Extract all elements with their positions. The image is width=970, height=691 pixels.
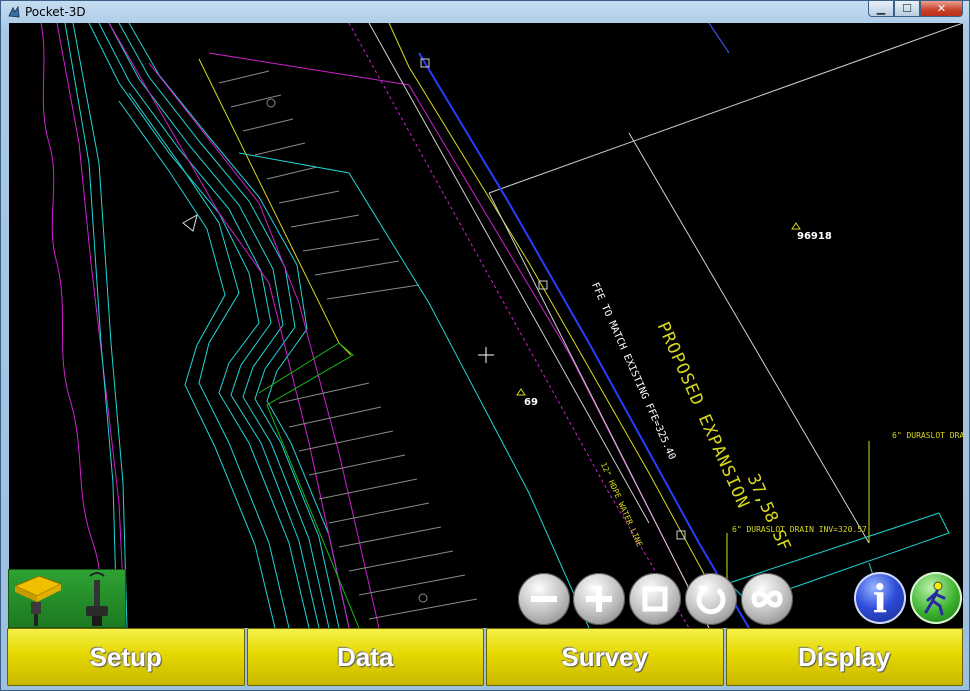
contour-lines — [64, 23, 350, 628]
gps-rover-icon — [13, 575, 63, 626]
cad-drawing — [40, 23, 963, 628]
joystick-button[interactable] — [68, 570, 126, 627]
main-menu-bar: Setup Data Survey Display — [7, 628, 963, 686]
title-bar[interactable]: Pocket-3D ▁ ☐ ✕ — [1, 1, 969, 23]
drain-label: 6" DURASLOT DRAIN INV=320.57 — [732, 525, 867, 534]
parking-hatch — [218, 70, 478, 620]
curb-yellow-2 — [388, 23, 710, 584]
zoom-in-button[interactable] — [573, 573, 625, 625]
point-marker-2 — [516, 388, 526, 396]
gps-rover-button[interactable] — [9, 570, 67, 627]
point-label: 69 — [524, 397, 538, 408]
display-button[interactable]: Display — [725, 628, 963, 686]
minimize-button[interactable]: ▁ — [868, 1, 894, 17]
zoom-out-button[interactable] — [518, 573, 570, 625]
minus-icon — [531, 596, 557, 602]
close-button[interactable]: ✕ — [920, 1, 963, 17]
road-magenta-1 — [108, 23, 350, 628]
boundary-wave-line — [40, 23, 110, 628]
joystick-icon — [86, 572, 108, 626]
road-magenta-2 — [148, 62, 380, 628]
instrument-panel — [8, 569, 126, 628]
maximize-button[interactable]: ☐ — [894, 1, 920, 17]
survey-button[interactable]: Survey — [486, 628, 724, 686]
zoom-all-button[interactable] — [741, 573, 793, 625]
square-icon — [642, 586, 668, 612]
walk-mode-button[interactable] — [910, 572, 962, 624]
drain-label: 6" DURASLOT DRAIN INV — [892, 431, 963, 440]
zoom-extents-button[interactable] — [629, 573, 681, 625]
blue-edge-2 — [708, 23, 730, 54]
window-title: Pocket-3D — [25, 5, 86, 19]
maximize-icon: ☐ — [902, 2, 912, 15]
water-main-blue — [418, 52, 750, 628]
refresh-button[interactable] — [685, 573, 737, 625]
survey-marker-triangle — [182, 213, 198, 232]
data-button[interactable]: Data — [246, 628, 484, 686]
plus-icon — [586, 586, 612, 612]
info-button[interactable]: i — [854, 572, 906, 624]
setup-button[interactable]: Setup — [7, 628, 245, 686]
crosshair-cursor — [478, 347, 494, 363]
app-window: Pocket-3D ▁ ☐ ✕ 96918 69 PROPOSED EXPANS… — [0, 0, 970, 691]
map-canvas[interactable]: 96918 69 PROPOSED EXPANSION 37,58 SF FFE… — [9, 23, 963, 628]
rotate-icon — [696, 586, 726, 615]
minimize-icon: ▁ — [876, 2, 886, 15]
infinity-icon — [751, 590, 783, 608]
close-icon: ✕ — [936, 2, 947, 15]
pocket3d-app-icon — [8, 5, 20, 18]
point-label: 96918 — [797, 231, 832, 242]
point-marker-1 — [791, 222, 801, 230]
info-icon: i — [872, 575, 888, 621]
walking-person-icon — [924, 581, 946, 616]
